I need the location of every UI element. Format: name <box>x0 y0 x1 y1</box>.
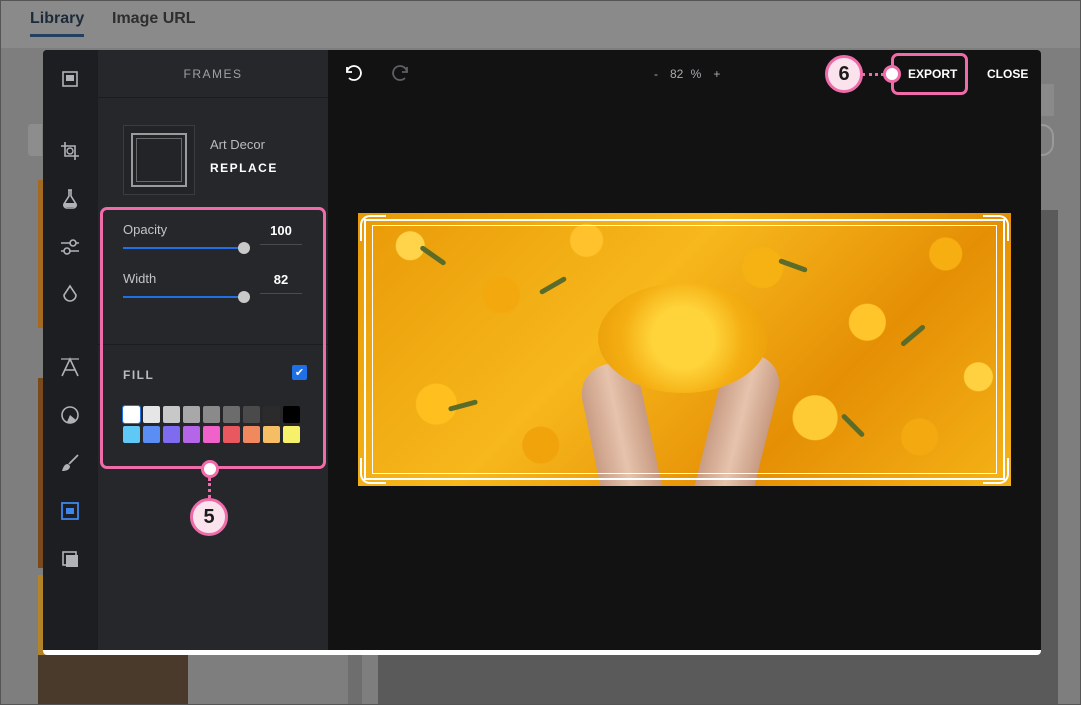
crop-icon[interactable] <box>57 138 83 164</box>
zoom-out-button[interactable]: - <box>654 67 658 81</box>
zoom-in-button[interactable]: + <box>713 67 720 81</box>
tab-image-url[interactable]: Image URL <box>112 10 196 28</box>
frame-preview <box>131 133 187 187</box>
flask-icon[interactable] <box>57 186 83 212</box>
panel-title: FRAMES <box>98 50 328 98</box>
zoom-control: -82 % + <box>648 67 726 81</box>
image-canvas[interactable] <box>358 213 1011 486</box>
step-badge-5: 5 <box>190 498 228 536</box>
close-button[interactable]: CLOSE <box>987 67 1028 81</box>
sticker-icon[interactable] <box>57 402 83 428</box>
replace-button[interactable]: REPLACE <box>210 161 278 175</box>
annotation-anchor-5 <box>201 460 219 478</box>
filter-button-edge <box>28 124 42 156</box>
annotation-connector-6 <box>862 73 884 76</box>
tool-rail <box>43 50 98 650</box>
annotation-box-6 <box>891 53 968 95</box>
tab-active-indicator <box>30 34 84 37</box>
layer-icon[interactable] <box>57 546 83 572</box>
editor-bottom-edge <box>43 650 1041 655</box>
search-bar-edge <box>1040 84 1054 116</box>
frame-corner <box>360 458 386 484</box>
frame-thumbnail[interactable] <box>123 125 195 195</box>
undo-icon[interactable] <box>342 62 364 84</box>
source-tabs: Library Image URL <box>0 0 1081 48</box>
frame-thumbnail-icon[interactable] <box>57 66 83 92</box>
frame-icon[interactable] <box>57 498 83 524</box>
brush-icon[interactable] <box>57 450 83 476</box>
frame-corner <box>983 215 1009 241</box>
art-decor-frame-inner <box>372 225 997 474</box>
frame-name: Art Decor <box>210 137 265 152</box>
annotation-connector-5 <box>208 478 211 498</box>
step-badge-6: 6 <box>825 55 863 93</box>
text-icon[interactable] <box>57 354 83 380</box>
adjust-sliders-icon[interactable] <box>57 234 83 260</box>
redo-icon[interactable] <box>390 62 412 84</box>
drop-icon[interactable] <box>57 282 83 308</box>
tab-library[interactable]: Library <box>30 10 84 28</box>
annotation-box-5 <box>100 207 326 469</box>
frame-corner <box>360 215 386 241</box>
annotation-anchor-6 <box>883 65 901 83</box>
frame-corner <box>983 458 1009 484</box>
zoom-value: 82 % <box>670 67 702 81</box>
library-thumbnail <box>38 655 188 705</box>
